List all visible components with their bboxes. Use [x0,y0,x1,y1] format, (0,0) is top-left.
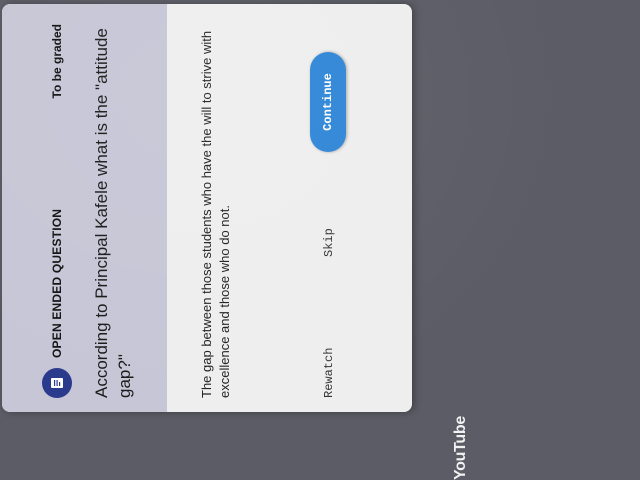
answer-text: The gap between those students who have … [199,30,232,398]
question-card: OPEN ENDED QUESTION To be graded Accordi… [2,4,412,412]
question-text: According to Principal Kafele what is th… [92,28,134,398]
rewatch-button[interactable]: Rewatch [322,348,336,398]
youtube-logo: YouTube [452,416,469,480]
screen: OPEN ENDED QUESTION To be graded Accordi… [0,0,640,480]
question-doc-icon [42,368,72,398]
rotated-frame: OPEN ENDED QUESTION To be graded Accordi… [0,0,640,480]
grading-status: To be graded [50,24,64,99]
question-header: OPEN ENDED QUESTION To be graded Accordi… [2,4,167,412]
video-page: OPEN ENDED QUESTION To be graded Accordi… [0,0,640,480]
action-bar: Rewatch Skip Continue [302,4,362,412]
continue-button[interactable]: Continue [310,52,346,152]
question-type-label: OPEN ENDED QUESTION [50,208,64,358]
skip-button[interactable]: Skip [322,228,336,257]
